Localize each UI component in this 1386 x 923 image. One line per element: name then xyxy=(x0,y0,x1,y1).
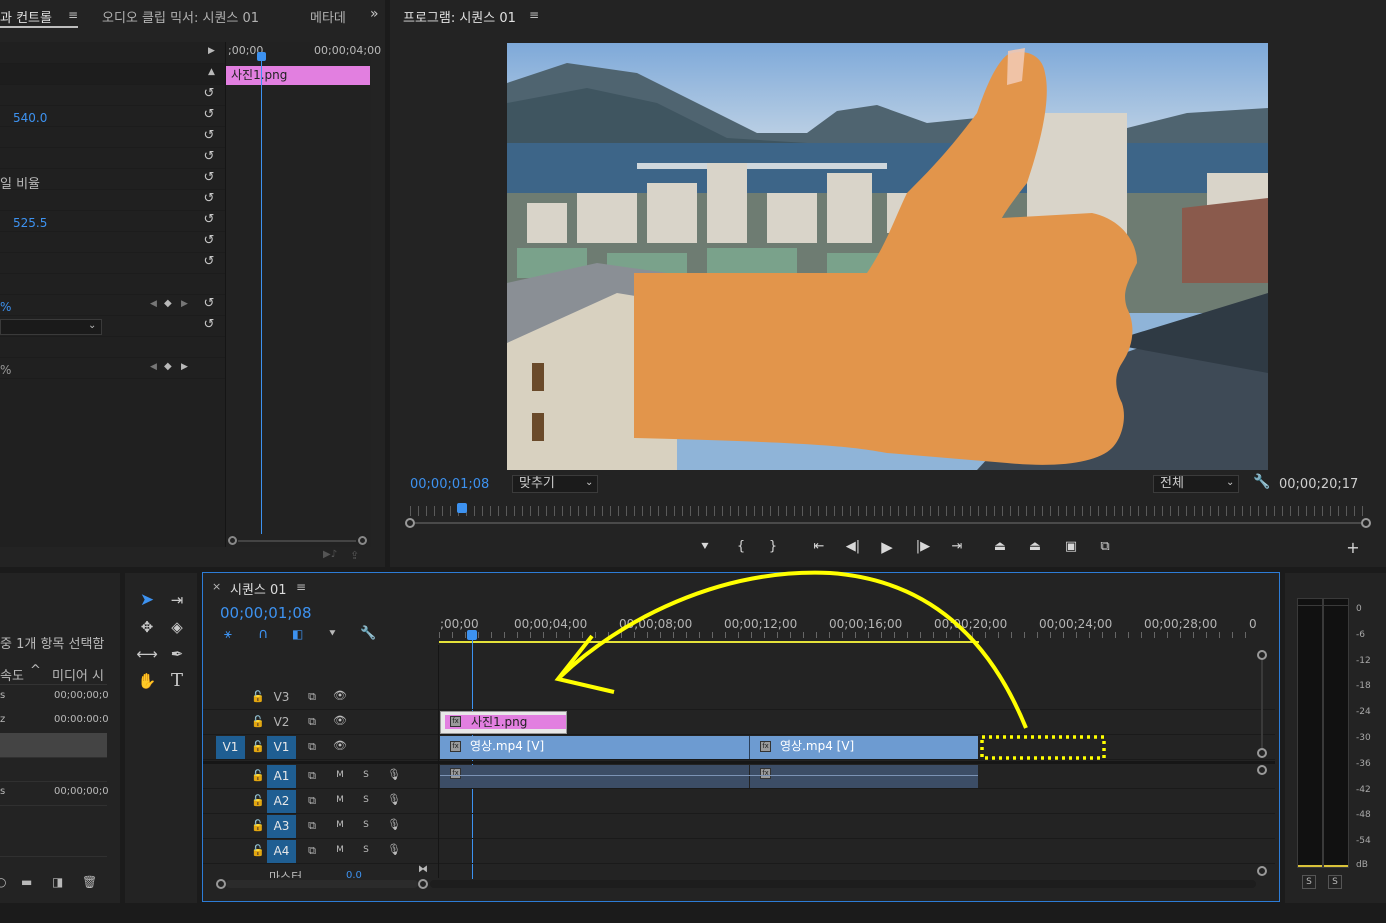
meter-scale-label: -18 xyxy=(1356,681,1371,691)
annotation-overlay xyxy=(554,570,1106,760)
meter-scale-label: -6 xyxy=(1356,630,1365,640)
meter-scale-label: -12 xyxy=(1356,656,1371,666)
meter-scale-label: -24 xyxy=(1356,707,1371,717)
annotation-arrow-curve xyxy=(558,570,1028,729)
meter-scale-label: -54 xyxy=(1356,836,1371,846)
meter-scale-label: 0 xyxy=(1356,604,1362,614)
meter-peak-row xyxy=(1297,598,1349,606)
meter-scale-label: -42 xyxy=(1356,785,1371,795)
meter-solo-left[interactable]: S xyxy=(1302,875,1316,889)
meter-solo-right[interactable]: S xyxy=(1328,875,1342,889)
meter-scale-label: -30 xyxy=(1356,733,1371,743)
meter-scale-label: -48 xyxy=(1356,810,1371,820)
meter-channel-right xyxy=(1323,598,1349,868)
annotation-arrow-head xyxy=(554,634,615,694)
meter-channel-left xyxy=(1297,598,1323,868)
meter-scale-label: dB xyxy=(1356,860,1368,870)
meter-scale-label: -36 xyxy=(1356,759,1371,769)
annotation-dotted-box xyxy=(980,735,1106,760)
